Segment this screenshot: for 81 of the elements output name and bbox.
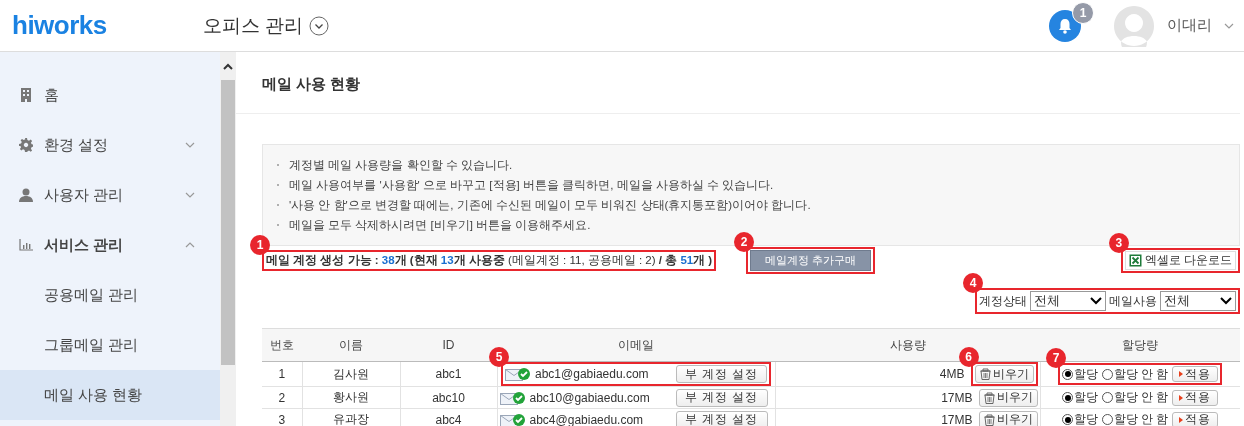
apply-button[interactable]: 적용: [1172, 389, 1219, 406]
empty-button[interactable]: 비우기: [978, 410, 1038, 426]
arrow-icon: [1179, 394, 1184, 401]
sidebar-item[interactable]: 홈: [0, 70, 220, 120]
step-marker: 7: [1046, 348, 1067, 368]
chart-icon: [19, 239, 33, 251]
notification-count: 1: [1072, 1, 1094, 24]
empty-button[interactable]: 비우기: [978, 388, 1038, 407]
apply-button[interactable]: 적용: [1172, 411, 1219, 426]
email-address: abc10@gabiaedu.com: [529, 390, 650, 405]
email-address: abc1@gabiaedu.com: [535, 367, 649, 381]
caret-icon: [1090, 297, 1102, 305]
quota-radio[interactable]: 할당: [1062, 366, 1099, 382]
expand-icon: [185, 192, 195, 198]
column-header: 번호: [262, 328, 302, 362]
sidebar-item[interactable]: 사용자 관리: [0, 170, 220, 220]
mail-verified-icon: [499, 390, 526, 405]
scrollbar[interactable]: [220, 52, 236, 426]
user-name[interactable]: 이대리: [1167, 16, 1212, 35]
caret-icon: [1224, 22, 1234, 29]
notice-text: 계정별 메일 사용량을 확인할 수 있습니다.: [289, 158, 513, 173]
apply-button[interactable]: 적용: [1172, 366, 1219, 382]
quota-radio[interactable]: 할당 안 함: [1102, 390, 1169, 405]
notice-text: 메일 사용여부를 '사용함' 으로 바꾸고 [적용] 버튼을 클릭하면, 메일을 사용하실 수 있습니다.: [289, 178, 774, 193]
excel-download-button[interactable]: 엑셀로 다운로드: [1124, 250, 1236, 270]
sidebar-item[interactable]: 공용메일 관리: [0, 270, 220, 320]
person-icon: [19, 188, 33, 202]
step-marker: 1: [250, 234, 270, 255]
sidebar-item[interactable]: 메일 사용 현황: [0, 370, 220, 420]
notification-bell-icon[interactable]: [1049, 9, 1081, 42]
sidebar-item[interactable]: 환경 설정: [0, 120, 220, 170]
table-cell: abc10: [400, 386, 497, 409]
step-marker: 4: [963, 273, 983, 293]
table-cell: 1: [262, 361, 302, 387]
notice-text: 메일을 모두 삭제하시려면 [비우기] 버튼을 이용해주세요.: [289, 218, 591, 233]
table-cell: 3: [262, 408, 302, 426]
sub-account-button[interactable]: 부 계정 설정: [676, 410, 768, 426]
empty-button[interactable]: 비우기: [974, 365, 1034, 383]
sidebar-item[interactable]: 그룹메일 관리: [0, 320, 220, 370]
table-cell: abc4: [400, 408, 497, 426]
usage-value: 17MB: [941, 412, 973, 426]
filter-select[interactable]: 전체: [1030, 291, 1106, 311]
column-header: 이름: [302, 328, 400, 362]
table-cell: 유과장: [302, 408, 400, 426]
arrow-icon: [1179, 371, 1184, 377]
app-menu[interactable]: 오피스 관리: [203, 12, 304, 39]
usage-value: 4MB: [939, 367, 965, 381]
collapse-icon: [185, 242, 195, 248]
email-address: abc4@gabiaedu.com: [529, 412, 644, 426]
trash-icon: [979, 368, 991, 380]
sub-account-button[interactable]: 부 계정 설정: [675, 365, 767, 383]
page-title: 메일 사용 현황: [262, 75, 361, 94]
sub-account-button[interactable]: 부 계정 설정: [676, 388, 768, 407]
account-summary: 메일 계정 생성 가능 : 38개 (현재 13개 사용중 (메일계정 : 11, 공용메일 : 2) / 총 51개 ): [266, 252, 713, 268]
mail-verified-icon: [505, 367, 531, 381]
trash-icon: [983, 413, 995, 426]
step-marker: 5: [489, 347, 509, 367]
gear-icon: [19, 138, 33, 152]
filter-label: 계정상태: [979, 292, 1027, 310]
logo[interactable]: hiworks: [12, 10, 203, 41]
scroll-up-icon[interactable]: [223, 62, 233, 70]
table-cell: 2: [262, 386, 302, 409]
excel-icon: [1128, 253, 1142, 267]
quota-radio[interactable]: 할당 안 함: [1102, 366, 1169, 382]
quota-radio[interactable]: 할당: [1062, 390, 1099, 405]
quota-radio[interactable]: 할당: [1062, 412, 1099, 426]
building-icon: [20, 88, 32, 102]
arrow-icon: [1179, 416, 1184, 423]
table-cell: 김사원: [302, 361, 400, 387]
usage-value: 17MB: [941, 390, 973, 405]
trash-icon: [983, 391, 995, 404]
table-cell: 황사원: [302, 386, 400, 409]
notice-text: '사용 안 함'으로 변경할 때에는, 기존에 수신된 메일이 모두 비워진 상태(휴지통포함)이어야 합니다.: [289, 198, 811, 213]
expand-icon: [185, 142, 195, 148]
dropdown-icon[interactable]: [309, 15, 330, 36]
caret-icon: [1220, 297, 1232, 305]
filter-label: 메일사용: [1109, 292, 1157, 310]
sidebar-item[interactable]: 서비스 관리: [0, 220, 220, 270]
quota-radio[interactable]: 할당 안 함: [1102, 412, 1169, 426]
column-header: ID: [400, 328, 497, 362]
filter-select[interactable]: 전체: [1160, 291, 1236, 311]
